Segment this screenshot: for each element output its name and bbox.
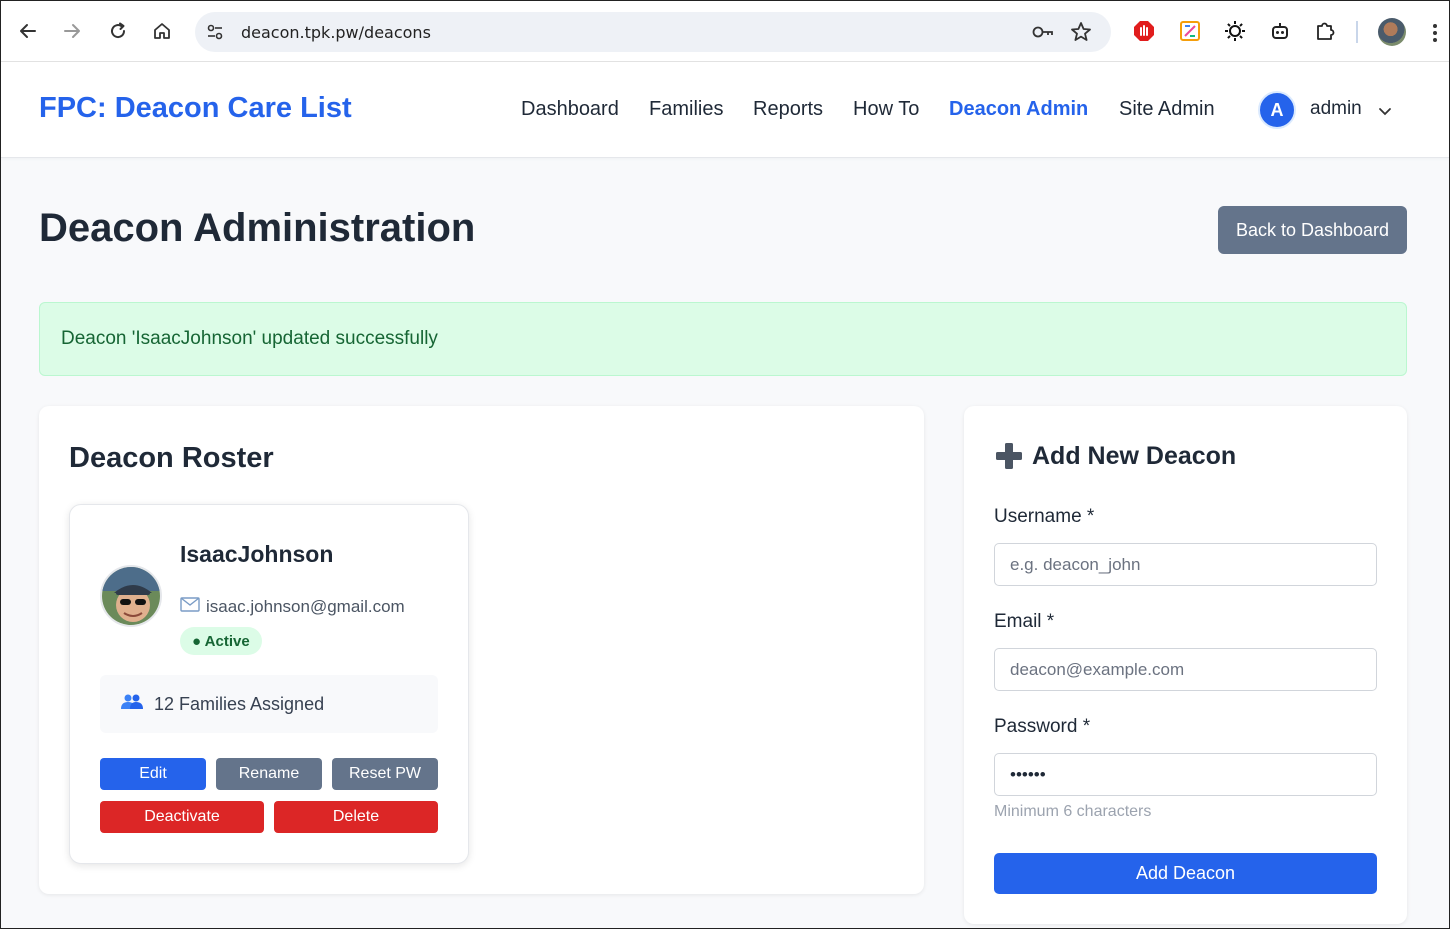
back-to-dashboard-button[interactable]: Back to Dashboard [1218, 206, 1407, 254]
profile-avatar[interactable] [1378, 18, 1406, 46]
nav-dashboard[interactable]: Dashboard [521, 98, 619, 121]
nav-site-admin[interactable]: Site Admin [1119, 98, 1215, 121]
app-header: FPC: Deacon Care List Dashboard Families… [1, 62, 1449, 158]
user-name[interactable]: admin [1310, 98, 1362, 120]
user-avatar[interactable]: A [1258, 91, 1296, 129]
add-deacon-title-text: Add New Deacon [1032, 441, 1237, 470]
deacon-avatar [100, 565, 162, 627]
edit-button[interactable]: Edit [100, 758, 206, 790]
url-text[interactable]: deacon.tpk.pw/deacons [241, 23, 431, 42]
username-label: Username * [994, 506, 1095, 527]
forward-arrow-icon[interactable] [58, 17, 86, 45]
delete-button[interactable]: Delete [274, 801, 438, 833]
deacon-email-row: isaac.johnson@gmail.com [180, 597, 405, 617]
plus-icon [994, 441, 1024, 471]
status-badge: ● Active [180, 627, 262, 655]
alert-message: Deacon 'IsaacJohnson' updated successful… [61, 328, 438, 349]
roster-title: Deacon Roster [69, 442, 274, 474]
people-icon [120, 692, 144, 717]
site-settings-icon[interactable] [205, 22, 225, 42]
password-key-icon[interactable] [1031, 21, 1055, 43]
families-assigned-box: 12 Families Assigned [100, 675, 438, 733]
address-bar[interactable]: deacon.tpk.pw/deacons [195, 12, 1111, 52]
families-assigned-text: 12 Families Assigned [154, 693, 325, 714]
browser-menu-icon[interactable] [1429, 21, 1441, 45]
reload-icon[interactable] [104, 17, 132, 45]
ublock-extension-icon[interactable] [1132, 19, 1156, 43]
email-input[interactable] [994, 648, 1377, 691]
password-input[interactable] [994, 753, 1377, 796]
browser-toolbar: deacon.tpk.pw/deacons [1, 1, 1449, 62]
password-hint: Minimum 6 characters [994, 803, 1152, 820]
nav-families[interactable]: Families [649, 98, 723, 121]
add-deacon-title: Add New Deacon [994, 441, 1236, 471]
email-label: Email * [994, 611, 1055, 632]
deactivate-button[interactable]: Deactivate [100, 801, 264, 833]
rename-button[interactable]: Rename [216, 758, 322, 790]
robot-extension-icon[interactable] [1268, 19, 1292, 43]
reset-password-button[interactable]: Reset PW [332, 758, 438, 790]
add-deacon-button[interactable]: Add Deacon [994, 853, 1377, 894]
page-title: Deacon Administration [39, 206, 476, 250]
brand-title[interactable]: FPC: Deacon Care List [39, 92, 352, 125]
deacon-card: IsaacJohnson isaac.johnson@gmail.com ● A… [69, 504, 469, 864]
nav-reports[interactable]: Reports [753, 98, 823, 121]
success-alert: Deacon 'IsaacJohnson' updated successful… [39, 302, 1407, 376]
deacon-name: IsaacJohnson [180, 541, 334, 567]
extensions-puzzle-icon[interactable] [1313, 19, 1337, 43]
add-deacon-panel: Add New Deacon Username * Email * Passwo… [964, 406, 1407, 924]
deacon-email[interactable]: isaac.johnson@gmail.com [206, 597, 405, 617]
back-arrow-icon[interactable] [14, 17, 42, 45]
password-label: Password * [994, 716, 1091, 737]
home-icon[interactable] [148, 17, 176, 45]
color-picker-extension-icon[interactable] [1178, 19, 1202, 43]
nav-how-to[interactable]: How To [853, 98, 919, 121]
nav-deacon-admin[interactable]: Deacon Admin [949, 98, 1088, 121]
deacon-roster-panel: Deacon Roster IsaacJohnson isaac.johnson… [39, 406, 924, 894]
chevron-down-icon[interactable] [1377, 103, 1393, 119]
toolbar-separator [1356, 21, 1358, 43]
envelope-icon [180, 597, 200, 617]
bookmark-star-icon[interactable] [1069, 20, 1093, 44]
username-input[interactable] [994, 543, 1377, 586]
sun-extension-icon[interactable] [1223, 19, 1247, 43]
